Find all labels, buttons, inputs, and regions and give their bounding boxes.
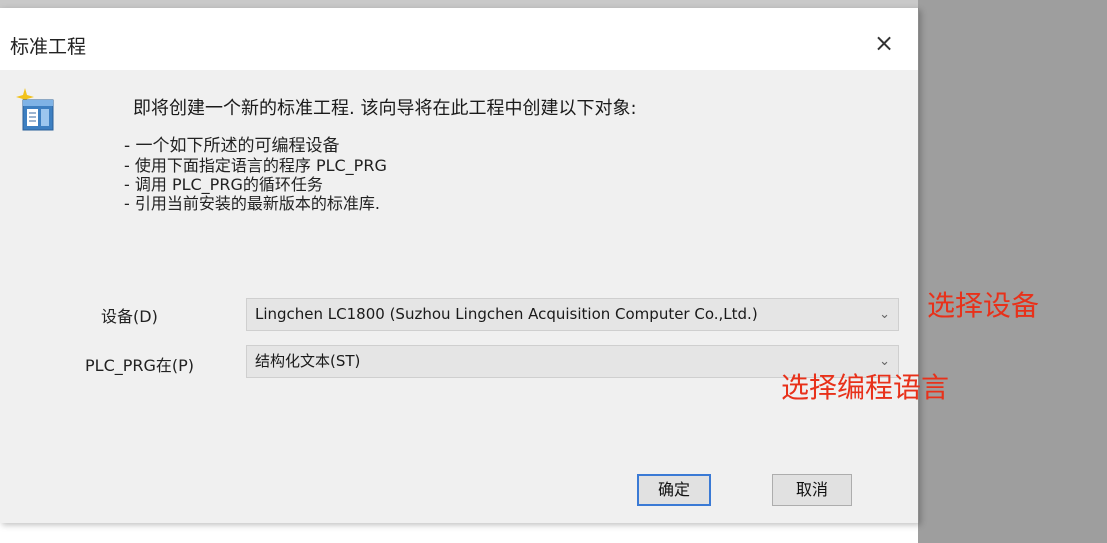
language-select-value: 结构化文本(ST) bbox=[255, 352, 361, 370]
annotation-select-language: 选择编程语言 bbox=[781, 371, 950, 404]
device-select[interactable]: Lingchen LC1800 (Suzhou Lingchen Acquisi… bbox=[246, 298, 899, 331]
object-list: - 一个如下所述的可编程设备 - 使用下面指定语言的程序 PLC_PRG - 调… bbox=[124, 136, 387, 214]
list-item: - 引用当前安装的最新版本的标准库. bbox=[124, 194, 380, 213]
language-label: PLC_PRG在(P) bbox=[85, 356, 195, 375]
dialog-title: 标准工程 bbox=[10, 36, 87, 58]
list-item: - 一个如下所述的可编程设备 bbox=[124, 136, 340, 156]
new-project-dialog: 标准工程 × bbox=[0, 8, 919, 523]
list-item: - 使用下面指定语言的程序 PLC_PRG bbox=[124, 156, 387, 175]
backdrop-right bbox=[918, 0, 1107, 543]
chevron-down-icon: ⌄ bbox=[879, 307, 890, 322]
annotation-select-device: 选择设备 bbox=[927, 289, 1040, 322]
ok-button[interactable]: 确定 bbox=[637, 474, 711, 506]
list-item: - 调用 PLC_PRG的循环任务 bbox=[124, 175, 323, 194]
close-icon[interactable]: × bbox=[869, 28, 899, 58]
cancel-button[interactable]: 取消 bbox=[772, 474, 852, 506]
backdrop-top bbox=[0, 0, 918, 8]
device-label: 设备(D) bbox=[101, 307, 158, 326]
intro-text: 即将创建一个新的标准工程. 该向导将在此工程中创建以下对象: bbox=[133, 98, 637, 119]
wizard-icon bbox=[16, 88, 54, 131]
device-select-value: Lingchen LC1800 (Suzhou Lingchen Acquisi… bbox=[255, 305, 758, 323]
